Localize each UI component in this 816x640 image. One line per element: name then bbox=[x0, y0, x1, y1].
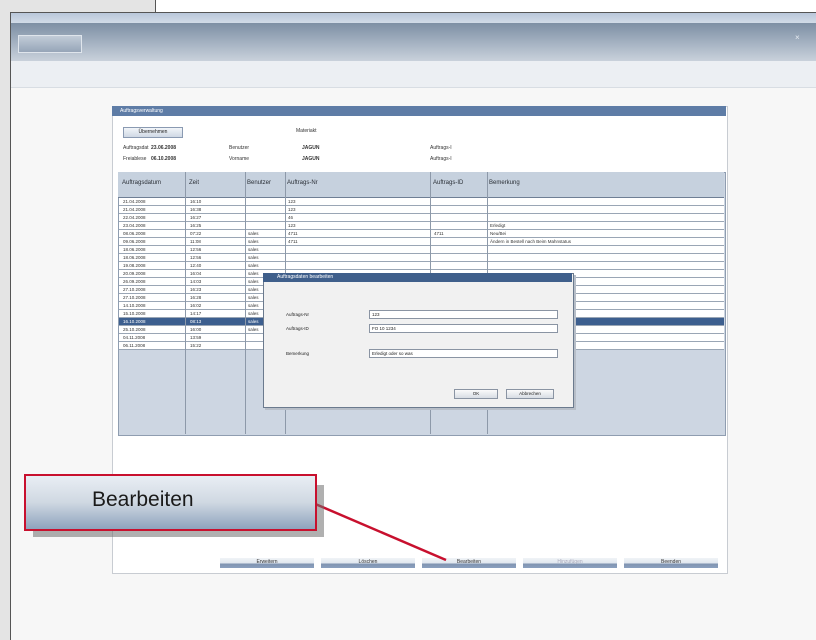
callout-line bbox=[312, 501, 447, 562]
callout-pointer bbox=[312, 501, 447, 562]
callout-label: Bearbeiten bbox=[92, 488, 194, 511]
